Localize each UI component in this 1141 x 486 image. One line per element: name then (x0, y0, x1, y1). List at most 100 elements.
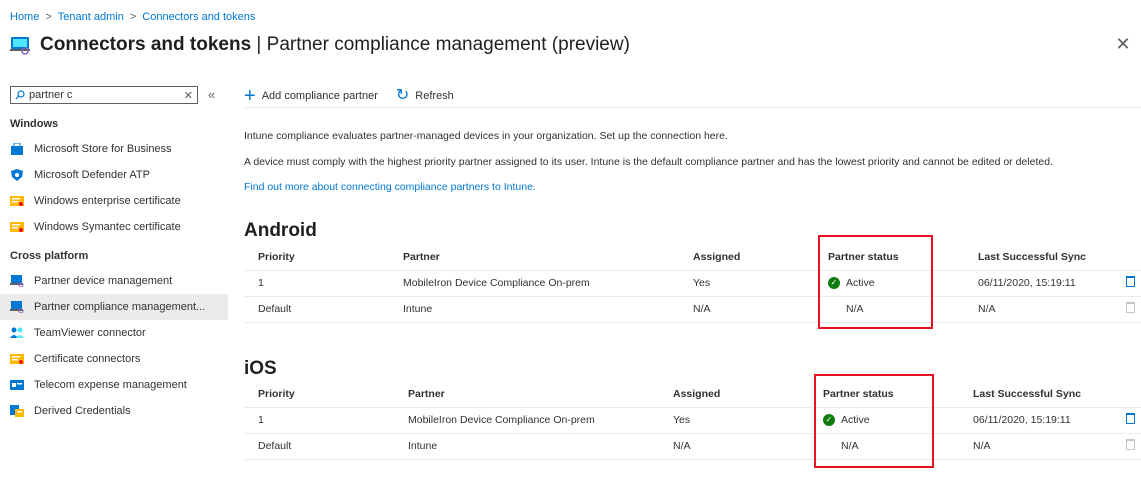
table-row[interactable]: 1 MobileIron Device Compliance On-prem Y… (244, 407, 1141, 434)
ios-partners-table: Priority Partner Assigned Partner status… (244, 381, 1141, 460)
sidebar-item-windows-symantec-cert[interactable]: Windows Symantec certificate (0, 214, 228, 240)
column-header-partner: Partner (394, 381, 659, 408)
search-input[interactable] (29, 89, 184, 101)
certificate-icon (10, 221, 24, 233)
sidebar: Windows Microsoft Store for Business Mic… (0, 112, 228, 424)
search-box[interactable]: ✕ (10, 86, 198, 104)
column-header-assigned: Assigned (659, 381, 809, 408)
sidebar-item-label: Derived Credentials (34, 405, 131, 417)
column-header-last-sync: Last Successful Sync (959, 381, 1119, 408)
sidebar-header-cross-platform: Cross platform (10, 250, 89, 262)
shield-icon (10, 169, 24, 181)
cell-priority: Default (244, 433, 394, 460)
cell-delete (1119, 270, 1141, 297)
refresh-icon: ↻ (395, 86, 410, 104)
cell-delete (1119, 407, 1141, 434)
sidebar-item-label: Windows Symantec certificate (34, 221, 181, 233)
cell-status: N/A (814, 296, 964, 323)
breadcrumb: Home > Tenant admin > Connectors and tok… (10, 11, 255, 23)
sidebar-item-microsoft-store[interactable]: Microsoft Store for Business (0, 136, 228, 162)
cell-priority: 1 (244, 270, 389, 297)
table-row[interactable]: Default Intune N/A N/A N/A (244, 433, 1141, 460)
add-compliance-partner-button[interactable]: + Add compliance partner (244, 84, 378, 107)
sidebar-item-label: Certificate connectors (34, 353, 141, 365)
cell-partner: MobileIron Device Compliance On-prem (389, 270, 679, 297)
learn-more-link[interactable]: Find out more about connecting complianc… (244, 181, 536, 193)
delete-icon[interactable] (1125, 276, 1135, 287)
status-text: Active (846, 276, 875, 289)
cell-partner: Intune (394, 433, 659, 460)
column-header-priority: Priority (244, 381, 394, 408)
column-header-partner: Partner (389, 244, 679, 271)
cell-partner: Intune (389, 296, 679, 323)
breadcrumb-separator: > (129, 11, 137, 23)
column-header-assigned: Assigned (679, 244, 814, 271)
clear-icon[interactable]: ✕ (184, 89, 193, 102)
cell-assigned: N/A (659, 433, 809, 460)
telecom-icon (10, 379, 24, 391)
sidebar-item-label: Microsoft Store for Business (34, 143, 172, 155)
cell-sync: 06/11/2020, 15:19:11 (964, 270, 1119, 297)
certificate-icon (10, 353, 24, 365)
column-header-priority: Priority (244, 244, 389, 271)
add-icon: + (244, 84, 256, 107)
breadcrumb-connectors[interactable]: Connectors and tokens (142, 11, 255, 23)
certificate-icon (10, 195, 24, 207)
credentials-icon (10, 405, 24, 417)
people-icon (10, 327, 24, 339)
ios-section-title: iOS (244, 358, 277, 379)
sidebar-item-label: TeamViewer connector (34, 327, 146, 339)
store-icon (10, 142, 24, 155)
description-line-2: A device must comply with the highest pr… (244, 156, 1053, 168)
sidebar-item-label: Partner device management (34, 275, 173, 287)
column-header-actions (1119, 381, 1141, 408)
cell-delete (1119, 433, 1141, 460)
breadcrumb-tenant-admin[interactable]: Tenant admin (58, 11, 124, 23)
sidebar-item-label: Partner compliance management... (34, 301, 206, 313)
android-section-title: Android (244, 220, 317, 241)
sidebar-item-partner-compliance-management[interactable]: Partner compliance management... (0, 294, 228, 320)
sidebar-item-derived-credentials[interactable]: Derived Credentials (0, 398, 228, 424)
cell-partner: MobileIron Device Compliance On-prem (394, 407, 659, 434)
cell-priority: Default (244, 296, 389, 323)
collapse-icon[interactable]: « (208, 87, 215, 102)
cell-sync: 06/11/2020, 15:19:11 (959, 407, 1119, 434)
device-icon (10, 275, 24, 288)
delete-icon[interactable] (1125, 413, 1135, 424)
delete-icon (1125, 439, 1135, 450)
add-compliance-partner-label: Add compliance partner (261, 89, 378, 102)
sidebar-item-label: Microsoft Defender ATP (34, 169, 150, 181)
page-title-bold: Connectors and tokens (40, 34, 252, 55)
refresh-button[interactable]: ↻ Refresh (395, 86, 454, 104)
column-header-partner-status: Partner status (814, 244, 964, 271)
table-header-row: Priority Partner Assigned Partner status… (244, 381, 1141, 408)
table-row[interactable]: 1 MobileIron Device Compliance On-prem Y… (244, 270, 1141, 297)
android-partners-table: Priority Partner Assigned Partner status… (244, 244, 1141, 323)
column-header-partner-status: Partner status (809, 381, 959, 408)
check-circle-icon: ✓ (823, 414, 835, 427)
device-icon (10, 301, 24, 314)
cell-status: ✓ Active (809, 407, 959, 434)
table-row[interactable]: Default Intune N/A N/A N/A (244, 296, 1141, 323)
sidebar-item-partner-device-management[interactable]: Partner device management (0, 268, 228, 294)
cell-sync: N/A (964, 296, 1119, 323)
command-bar: + Add compliance partner ↻ Refresh (244, 84, 1141, 108)
cell-assigned: Yes (679, 270, 814, 297)
status-text: Active (841, 413, 870, 426)
cell-status: ✓ Active (814, 270, 964, 297)
sidebar-item-defender-atp[interactable]: Microsoft Defender ATP (0, 162, 228, 188)
sidebar-item-teamviewer-connector[interactable]: TeamViewer connector (0, 320, 228, 346)
sidebar-item-certificate-connectors[interactable]: Certificate connectors (0, 346, 228, 372)
sidebar-item-windows-enterprise-cert[interactable]: Windows enterprise certificate (0, 188, 228, 214)
sidebar-item-telecom-expense-management[interactable]: Telecom expense management (0, 372, 228, 398)
breadcrumb-separator: > (45, 11, 52, 23)
column-header-last-sync: Last Successful Sync (964, 244, 1119, 271)
sidebar-header-windows: Windows (10, 118, 59, 130)
check-circle-icon: ✓ (828, 277, 840, 290)
cell-sync: N/A (959, 433, 1119, 460)
close-icon[interactable]: ✕ (1115, 35, 1131, 53)
cell-status: N/A (809, 433, 959, 460)
breadcrumb-home[interactable]: Home (10, 11, 39, 23)
sidebar-item-label: Telecom expense management (34, 379, 187, 391)
cell-priority: 1 (244, 407, 394, 434)
